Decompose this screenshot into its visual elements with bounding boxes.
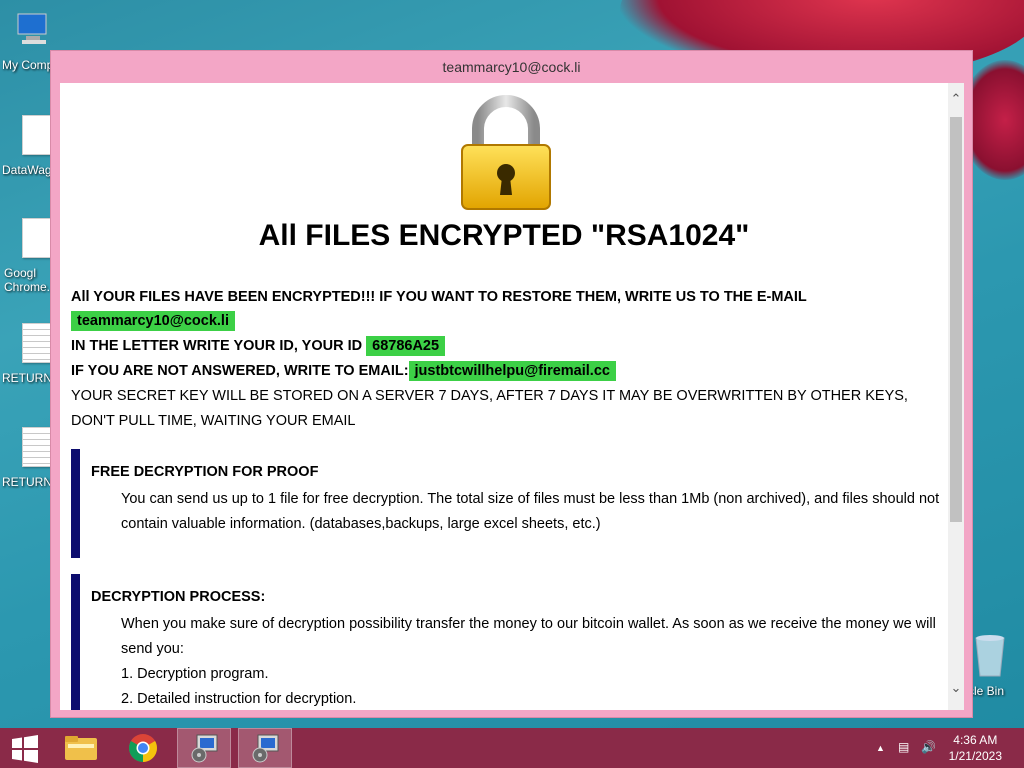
show-hidden-icons-arrow-icon[interactable]: ▲ xyxy=(876,743,885,753)
scroll-thumb[interactable] xyxy=(950,117,962,522)
key-warning-line-1: YOUR SECRET KEY WILL BE STORED ON A SERV… xyxy=(71,388,908,404)
computer-icon xyxy=(17,13,47,44)
clock-date: 1/21/2023 xyxy=(948,749,1002,763)
section-body: When you make sure of decryption possibi… xyxy=(121,616,936,657)
scroll-up-arrow-icon[interactable]: ⌃ xyxy=(948,91,964,111)
user-id[interactable]: 68786A25 xyxy=(366,336,446,356)
section-heading: FREE DECRYPTION FOR PROOF xyxy=(91,464,319,480)
file-explorer-taskbar-button[interactable] xyxy=(54,728,108,768)
id-row: IN THE LETTER WRITE YOUR ID, YOUR ID 687… xyxy=(71,336,446,356)
computer-setup-icon xyxy=(252,734,279,763)
network-icon[interactable]: ▤ xyxy=(898,740,909,754)
list-item: 1. Decryption program. xyxy=(121,666,269,682)
windows-logo-icon xyxy=(12,735,38,763)
alt-email-instruction: IF YOU ARE NOT ANSWERED, WRITE TO EMAIL: xyxy=(71,363,409,379)
clock-time: 4:36 AM xyxy=(953,733,998,747)
decryption-process-section: DECRYPTION PROCESS: When you make sure o… xyxy=(71,574,948,710)
key-warning-line-2: DON'T PULL TIME, WAITING YOUR EMAIL xyxy=(71,413,356,429)
primary-email[interactable]: teammarcy10@cock.li xyxy=(71,311,235,331)
section-body: You can send us up to 1 file for free de… xyxy=(121,491,940,532)
computer-setup-icon xyxy=(191,734,218,763)
ransom-app-taskbar-button-1[interactable] xyxy=(177,728,231,768)
text-file-icon xyxy=(22,323,52,363)
text-file-icon xyxy=(22,427,52,467)
primary-email-row: teammarcy10@cock.li xyxy=(71,311,235,331)
secondary-email[interactable]: justbtcwillhelpu@firemail.cc xyxy=(408,361,616,381)
desktop-icon-label: Googl Chrome. xyxy=(4,266,51,294)
list-item: 2. Detailed instruction for decryption. xyxy=(121,691,357,707)
free-decryption-section: FREE DECRYPTION FOR PROOF You can send u… xyxy=(71,449,948,558)
system-clock[interactable]: 4:36 AM 1/21/2023 xyxy=(949,732,1002,764)
folder-icon xyxy=(65,736,97,760)
vertical-scrollbar[interactable]: ⌃ ⌄ xyxy=(948,83,964,710)
page-title: All FILES ENCRYPTED "RSA1024" xyxy=(258,219,750,252)
section-heading: DECRYPTION PROCESS: xyxy=(91,589,266,605)
document-icon xyxy=(22,218,52,258)
window-client-area: All FILES ENCRYPTED "RSA1024" All YOUR F… xyxy=(60,83,964,710)
volume-icon[interactable]: 🔊 xyxy=(921,740,936,754)
ransom-app-taskbar-button-2[interactable] xyxy=(238,728,292,768)
alt-email-row: IF YOU ARE NOT ANSWERED, WRITE TO EMAIL:… xyxy=(71,361,616,381)
ransom-note-window: teammarcy10@cock.li All FILES ENCRYPTED … xyxy=(50,50,973,718)
encrypted-notice: All YOUR FILES HAVE BEEN ENCRYPTED!!! IF… xyxy=(71,289,807,305)
note-content: All FILES ENCRYPTED "RSA1024" All YOUR F… xyxy=(60,83,948,710)
id-instruction: IN THE LETTER WRITE YOUR ID, YOUR ID xyxy=(71,338,363,354)
recycle-bin-icon xyxy=(975,635,1005,677)
taskbar: ▲ ▤ 🔊 4:36 AM 1/21/2023 xyxy=(0,728,1024,768)
window-title[interactable]: teammarcy10@cock.li xyxy=(51,51,972,83)
document-icon xyxy=(22,115,52,155)
chrome-taskbar-button[interactable] xyxy=(116,728,170,768)
start-button[interactable] xyxy=(0,728,54,768)
chrome-icon xyxy=(129,734,157,762)
scroll-down-arrow-icon[interactable]: ⌄ xyxy=(948,680,964,700)
padlock-icon xyxy=(461,95,551,210)
